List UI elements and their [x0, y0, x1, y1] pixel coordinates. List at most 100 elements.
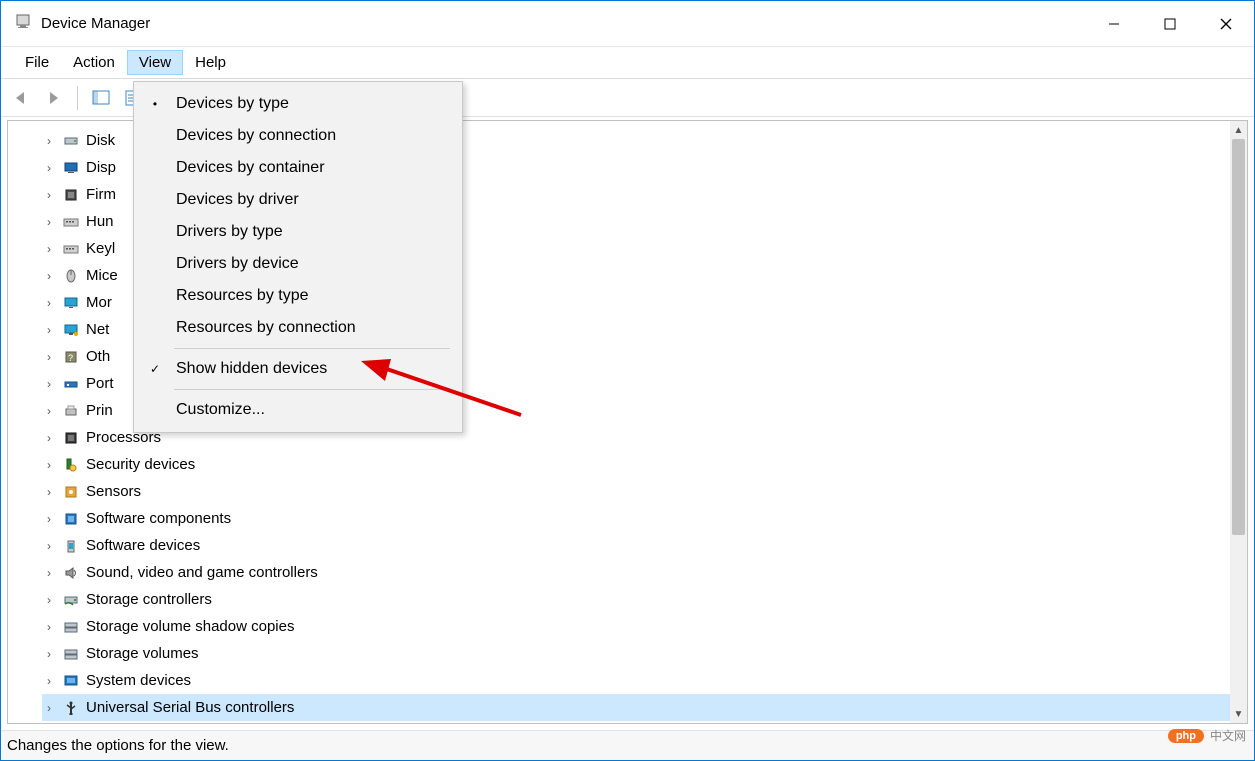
menu-separator [174, 348, 450, 349]
view-menu-item[interactable]: Devices by driver [134, 184, 462, 216]
tree-item-sound[interactable]: › Sound, video and game controllers [42, 559, 1247, 586]
tree-item-label: Oth [86, 348, 110, 365]
tree-item-sensor[interactable]: ›Sensors [42, 478, 1247, 505]
tree-item-label: Firm [86, 186, 116, 203]
volume-icon [62, 618, 80, 636]
expand-chevron-icon[interactable]: › [42, 323, 56, 337]
tree-item-label: Keyl [86, 240, 115, 257]
tree-item-usb[interactable]: ›Universal Serial Bus controllers [42, 694, 1247, 721]
toolbar-separator [77, 86, 78, 110]
menu-action[interactable]: Action [61, 50, 127, 75]
network-icon [62, 321, 80, 339]
tree-item-label: Hun [86, 213, 114, 230]
expand-chevron-icon[interactable]: › [42, 377, 56, 391]
expand-chevron-icon[interactable]: › [42, 647, 56, 661]
expand-chevron-icon[interactable]: › [42, 485, 56, 499]
view-menu-item[interactable]: • Devices by type [134, 88, 462, 120]
bullet-icon: • [148, 97, 162, 111]
svg-text:?: ? [68, 353, 73, 363]
expand-chevron-icon[interactable]: › [42, 404, 56, 418]
view-menu-item[interactable]: Customize... [134, 394, 462, 426]
tree-item-volume[interactable]: ›Storage volumes [42, 640, 1247, 667]
tree-item-system[interactable]: ›System devices [42, 667, 1247, 694]
close-button[interactable] [1198, 1, 1254, 47]
expand-chevron-icon[interactable]: › [42, 134, 56, 148]
cpu-icon [62, 429, 80, 447]
expand-chevron-icon[interactable]: › [42, 188, 56, 202]
printer-icon [62, 402, 80, 420]
sound-icon [62, 564, 80, 582]
port-icon [62, 375, 80, 393]
volume-icon [62, 645, 80, 663]
expand-chevron-icon[interactable]: › [42, 620, 56, 634]
titlebar: Device Manager [1, 1, 1254, 47]
tree-item-label: Disk [86, 132, 115, 149]
menu-item-label: Resources by type [176, 287, 309, 305]
maximize-button[interactable] [1142, 1, 1198, 47]
vertical-scrollbar[interactable]: ▲ ▼ [1230, 120, 1248, 724]
tree-item-label: Port [86, 375, 114, 392]
expand-chevron-icon[interactable]: › [42, 242, 56, 256]
tree-item-label: Software devices [86, 537, 200, 554]
mouse-icon [62, 267, 80, 285]
view-menu-item[interactable]: Drivers by device [134, 248, 462, 280]
menu-file[interactable]: File [13, 50, 61, 75]
menu-help[interactable]: Help [183, 50, 238, 75]
show-hide-console-tree-button[interactable] [88, 85, 114, 111]
menu-item-label: Devices by connection [176, 127, 336, 145]
expand-chevron-icon[interactable]: › [42, 458, 56, 472]
view-menu-item[interactable]: ✓Show hidden devices [134, 353, 462, 385]
sensor-icon [62, 483, 80, 501]
expand-chevron-icon[interactable]: › [42, 161, 56, 175]
expand-chevron-icon[interactable]: › [42, 539, 56, 553]
expand-chevron-icon[interactable]: › [42, 593, 56, 607]
tree-item-storage[interactable]: ›Storage controllers [42, 586, 1247, 613]
tree-item-component[interactable]: › Software components [42, 505, 1247, 532]
expand-chevron-icon[interactable]: › [42, 512, 56, 526]
tree-item-software[interactable]: › Software devices [42, 532, 1247, 559]
check-icon: ✓ [148, 362, 162, 376]
tree-item-security[interactable]: › Security devices [42, 451, 1247, 478]
menu-item-label: Resources by connection [176, 319, 356, 337]
tree-item-label: Software components [86, 510, 231, 527]
view-menu-item[interactable]: Resources by type [134, 280, 462, 312]
menu-view[interactable]: View [127, 50, 183, 75]
tree-item-label: Mor [86, 294, 112, 311]
tree-item-label: Security devices [86, 456, 195, 473]
menu-item-label: Devices by type [176, 95, 289, 113]
tree-item-label: Sound, video and game controllers [86, 564, 318, 581]
scroll-track[interactable] [1230, 139, 1247, 705]
expand-chevron-icon[interactable]: › [42, 701, 56, 715]
expand-chevron-icon[interactable]: › [42, 296, 56, 310]
menu-item-label: Customize... [176, 401, 265, 419]
tree-item-label: Mice [86, 267, 118, 284]
view-menu-item[interactable]: Devices by connection [134, 120, 462, 152]
security-icon [62, 456, 80, 474]
tree-item-volume[interactable]: ›Storage volume shadow copies [42, 613, 1247, 640]
system-icon [62, 672, 80, 690]
view-menu-item[interactable]: Drivers by type [134, 216, 462, 248]
minimize-button[interactable] [1086, 1, 1142, 47]
keyboard-icon [62, 213, 80, 231]
expand-chevron-icon[interactable]: › [42, 350, 56, 364]
scroll-thumb[interactable] [1232, 139, 1245, 535]
keyboard-icon [62, 240, 80, 258]
statusbar-text: Changes the options for the view. [7, 737, 229, 754]
storage-icon [62, 591, 80, 609]
window-title: Device Manager [41, 15, 150, 32]
view-menu-item[interactable]: Devices by container [134, 152, 462, 184]
expand-chevron-icon[interactable]: › [42, 215, 56, 229]
scroll-up-button[interactable]: ▲ [1230, 121, 1247, 139]
expand-chevron-icon[interactable]: › [42, 431, 56, 445]
expand-chevron-icon[interactable]: › [42, 674, 56, 688]
expand-chevron-icon[interactable]: › [42, 566, 56, 580]
watermark: php 中文网 [1168, 727, 1246, 744]
menu-item-label: Drivers by device [176, 255, 299, 273]
view-menu-item[interactable]: Resources by connection [134, 312, 462, 344]
back-button[interactable] [9, 85, 35, 111]
forward-button[interactable] [41, 85, 67, 111]
menu-item-label: Drivers by type [176, 223, 283, 241]
app-icon [15, 14, 31, 33]
scroll-down-button[interactable]: ▼ [1230, 705, 1247, 723]
expand-chevron-icon[interactable]: › [42, 269, 56, 283]
